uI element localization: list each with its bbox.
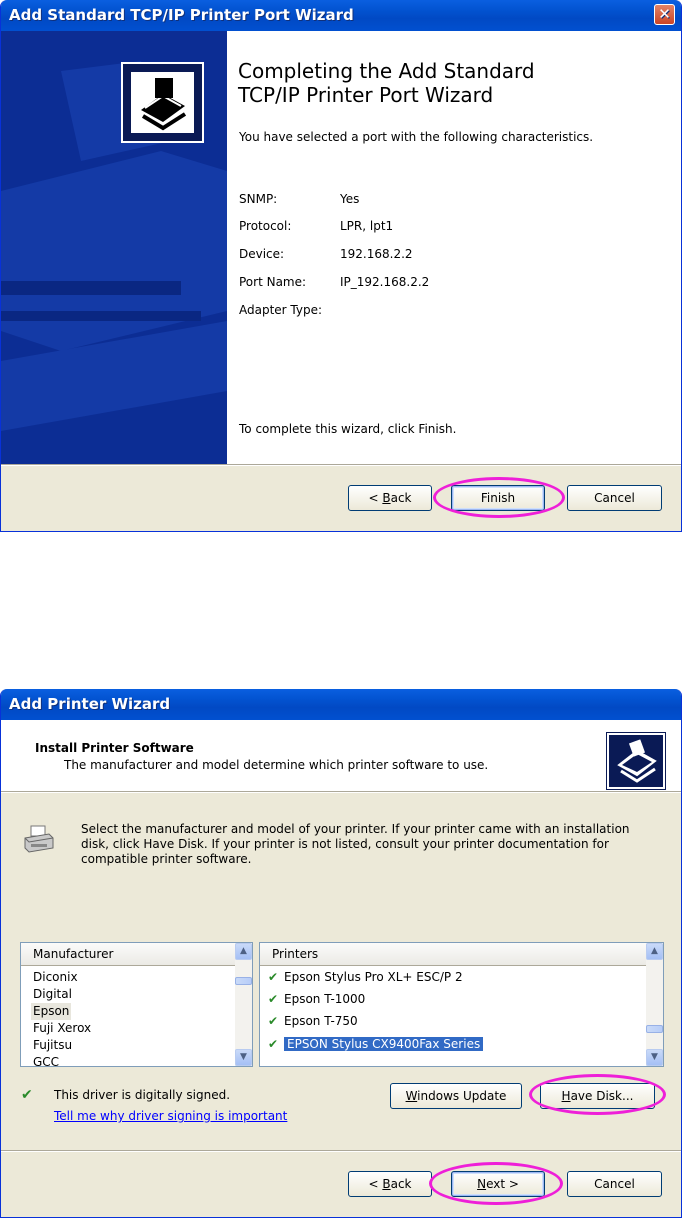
back-button[interactable]: < Back	[348, 1171, 432, 1197]
list-item[interactable]: ✔ Epson Stylus Pro XL+ ESC/P 2	[268, 969, 463, 986]
printer-icon	[23, 824, 55, 854]
header-subtitle: The manufacturer and model determine whi…	[64, 758, 489, 772]
header-separator	[1, 791, 681, 793]
list-item[interactable]: GCC	[33, 1054, 59, 1066]
list-item-selected[interactable]: Epson	[31, 1003, 72, 1020]
list-item[interactable]: ✔ Epson T-1000	[268, 991, 365, 1008]
list-item[interactable]: ✔ Epson T-750	[268, 1013, 358, 1030]
printers-column-header[interactable]: Printers	[260, 943, 646, 966]
detail-port-name: Port Name: IP_192.168.2.2	[239, 275, 429, 289]
scroll-thumb[interactable]	[235, 977, 252, 985]
wizard-content: Completing the Add Standard TCP/IP Print…	[227, 31, 681, 464]
windows-update-button[interactable]: Windows Update	[390, 1083, 522, 1109]
next-button[interactable]: Next >	[451, 1171, 545, 1197]
heading-line-1: Completing the Add Standard	[238, 59, 535, 83]
heading-line-2: TCP/IP Printer Port Wizard	[238, 83, 494, 107]
window-title: Add Standard TCP/IP Printer Port Wizard	[9, 6, 354, 24]
scroll-up-button[interactable]: ▲	[235, 943, 252, 960]
scroll-up-button[interactable]: ▲	[646, 943, 663, 960]
intro-text: You have selected a port with the follow…	[239, 130, 594, 144]
detail-adapter-type: Adapter Type:	[239, 303, 340, 317]
cancel-button[interactable]: Cancel	[567, 485, 662, 511]
signed-driver-icon: ✔	[268, 992, 279, 1006]
window-title: Add Printer Wizard	[9, 695, 171, 713]
close-button[interactable]: ✕	[654, 4, 675, 25]
header-title: Install Printer Software	[35, 741, 194, 755]
scroll-thumb[interactable]	[646, 1025, 663, 1033]
printer-name: Epson T-1000	[284, 992, 366, 1006]
footer-separator	[1, 464, 681, 466]
printer-name: Epson Stylus Pro XL+ ESC/P 2	[284, 970, 463, 984]
printer-header-icon	[606, 732, 666, 790]
wizard-header: Install Printer Software The manufacture…	[1, 720, 681, 791]
list-item[interactable]: Fujitsu	[33, 1037, 72, 1054]
list-item[interactable]: Diconix	[33, 969, 78, 986]
detail-label: Adapter Type:	[239, 303, 323, 317]
detail-snmp: SNMP: Yes	[239, 192, 359, 206]
detail-value: 192.168.2.2	[340, 247, 413, 261]
have-disk-button[interactable]: Have Disk...	[540, 1083, 655, 1109]
scroll-down-button[interactable]: ▼	[646, 1049, 663, 1066]
footer-separator	[1, 1150, 681, 1152]
manufacturer-column-header[interactable]: Manufacturer	[21, 943, 235, 966]
manufacturer-list[interactable]: Manufacturer Diconix Digital Epson Fuji …	[20, 942, 253, 1067]
list-item[interactable]: Fuji Xerox	[33, 1020, 91, 1037]
window-title-bar[interactable]: Add Standard TCP/IP Printer Port Wizard …	[1, 0, 681, 31]
wizard-sidebar	[1, 31, 227, 464]
list-item-selected[interactable]: ✔ EPSON Stylus CX9400Fax Series	[268, 1035, 484, 1053]
detail-value: LPR, lpt1	[340, 219, 394, 233]
signed-driver-icon: ✔	[268, 1037, 279, 1051]
signed-driver-icon: ✔	[268, 970, 279, 984]
printer-name: EPSON Stylus CX9400Fax Series	[284, 1037, 484, 1051]
tcpip-port-wizard-window: Add Standard TCP/IP Printer Port Wizard …	[0, 0, 682, 532]
finish-instructions: To complete this wizard, click Finish.	[239, 422, 457, 436]
signed-text: This driver is digitally signed.	[54, 1088, 231, 1102]
scroll-down-button[interactable]: ▼	[235, 1049, 252, 1066]
cancel-button[interactable]: Cancel	[567, 1171, 662, 1197]
detail-value: Yes	[340, 192, 360, 206]
signed-driver-icon: ✔	[268, 1014, 279, 1028]
printer-wizard-icon	[121, 62, 204, 143]
completion-heading: Completing the Add Standard TCP/IP Print…	[238, 59, 535, 107]
detail-label: Port Name:	[239, 275, 307, 289]
instructions-text: Select the manufacturer and model of you…	[81, 822, 630, 866]
driver-signing-link[interactable]: Tell me why driver signing is important	[54, 1109, 287, 1123]
detail-label: Device:	[239, 247, 285, 261]
printers-list[interactable]: Printers ✔ Epson Stylus Pro XL+ ESC/P 2 ✔…	[259, 942, 664, 1067]
detail-label: SNMP:	[239, 192, 278, 206]
back-button[interactable]: < Back	[348, 485, 432, 511]
add-printer-wizard-window: Add Printer Wizard Install Printer Softw…	[0, 689, 682, 1218]
printer-name: Epson T-750	[284, 1014, 358, 1028]
digitally-signed-icon: ✔	[21, 1087, 33, 1103]
printers-scrollbar[interactable]: ▲ ▼	[646, 943, 663, 1066]
list-item[interactable]: Digital	[33, 986, 72, 1003]
finish-button[interactable]: Finish	[451, 485, 545, 511]
window-title-bar[interactable]: Add Printer Wizard	[1, 689, 681, 720]
detail-protocol: Protocol: LPR, lpt1	[239, 219, 393, 233]
close-icon: ✕	[658, 5, 671, 23]
manufacturer-scrollbar[interactable]: ▲ ▼	[235, 943, 252, 1066]
detail-value: IP_192.168.2.2	[340, 275, 430, 289]
detail-device: Device: 192.168.2.2	[239, 247, 413, 261]
detail-label: Protocol:	[239, 219, 292, 233]
